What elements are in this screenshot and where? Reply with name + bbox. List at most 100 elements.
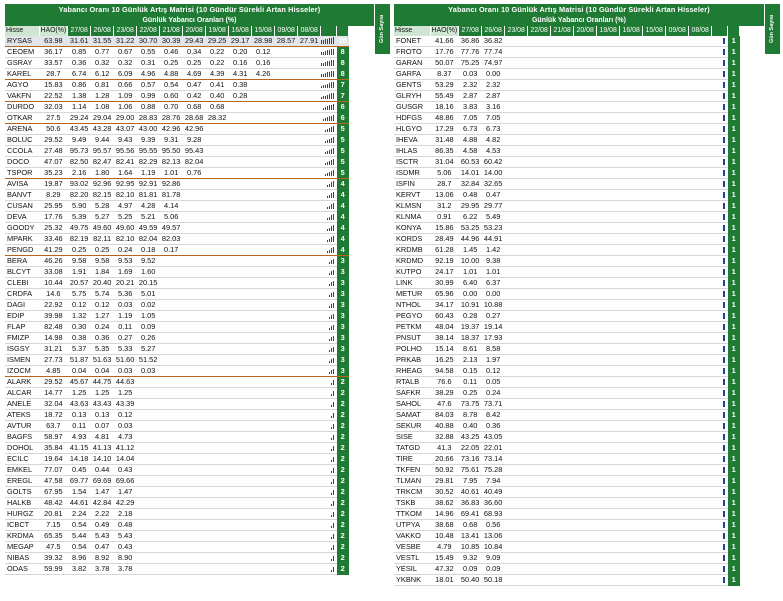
table-row[interactable]: EREGL 47.58 69.77 69.69 69.66 2: [5, 475, 349, 488]
table-row[interactable]: ICBCT 7.15 0.54 0.49 0.48 2: [5, 519, 349, 532]
table-row[interactable]: GSRAY 33.57 0.36 0.32 0.32 0.31 0.25 0.25 0.22 0.…: [5, 57, 349, 70]
table-row[interactable]: CCOLA 27.48 95.73 95.57 95.56 95.55 95.50 95.43…: [5, 145, 349, 158]
table-row[interactable]: SAMAT 84.03 8.78 8.42 1: [394, 409, 740, 422]
table-row[interactable]: FLAP 82.48 0.30 0.24 0.11 0.09 3: [5, 321, 349, 334]
table-row[interactable]: PETKM 48.04 19.37 19.14 1: [394, 321, 740, 334]
table-row[interactable]: KUTPO 24.17 1.01 1.01 1: [394, 266, 740, 279]
table-row[interactable]: BAGFS 58.97 4.93 4.81 4.73 2: [5, 431, 349, 444]
table-row[interactable]: EDIP 39.98 1.32 1.27 1.19 1.05 3: [5, 310, 349, 323]
stock-symbol: OTKAR: [5, 112, 39, 125]
table-row[interactable]: METUR 65.96 0.00 0.00 1: [394, 288, 740, 301]
table-row[interactable]: AVTUR 63.7 0.11 0.07 0.03 2: [5, 420, 349, 433]
table-row[interactable]: GENTS 53.29 2.32 2.32 1: [394, 79, 740, 92]
table-row[interactable]: GUSGR 18.16 3.83 3.16 1: [394, 101, 740, 114]
table-row[interactable]: TIRE 20.66 73.16 73.14 1: [394, 453, 740, 466]
table-row[interactable]: KERVT 13.06 0.48 0.47 1: [394, 189, 740, 202]
table-row[interactable]: OTKAR 27.5 29.24 29.04 29.00 28.83 28.76 28.68 2…: [5, 112, 349, 125]
table-row[interactable]: ODAS 59.99 3.82 3.78 3.78 2: [5, 563, 349, 576]
table-row[interactable]: KRDMB 61.28 1.45 1.42 1: [394, 244, 740, 257]
table-row[interactable]: IHEVA 31.48 4.88 4.82 1: [394, 134, 740, 147]
table-row[interactable]: EMKEL 77.07 0.45 0.44 0.43 2: [5, 464, 349, 477]
table-row[interactable]: ALCAR 14.77 1.25 1.25 1.25 2: [5, 387, 349, 400]
table-row[interactable]: KRDMD 92.19 10.00 9.38 1: [394, 255, 740, 268]
table-row[interactable]: BANVT 8.29 82.20 82.15 82.10 81.81 81.78 4: [5, 189, 349, 202]
table-row[interactable]: HALKB 48.42 44.61 42.84 42.29 2: [5, 497, 349, 510]
table-row[interactable]: POLHO 15.14 8.61 8.58 1: [394, 343, 740, 356]
table-row[interactable]: ALARK 29.52 45.67 44.75 44.63 2: [5, 376, 349, 389]
table-row[interactable]: ISCTR 31.04 60.53 60.42 1: [394, 156, 740, 169]
table-row[interactable]: CLEBI 10.44 20.57 20.40 20.21 20.15 3: [5, 277, 349, 290]
table-row[interactable]: TKFEN 50.92 75.61 75.28 1: [394, 464, 740, 477]
table-row[interactable]: GOLTS 67.95 1.54 1.47 1.47 2: [5, 486, 349, 499]
table-row[interactable]: MPARK 33.46 82.19 82.11 82.10 82.04 82.03 4: [5, 233, 349, 246]
table-row[interactable]: MEGAP 47.5 0.54 0.47 0.43 2: [5, 541, 349, 554]
table-row[interactable]: FMIZP 14.98 0.38 0.36 0.27 0.26 3: [5, 332, 349, 345]
table-row[interactable]: CUSAN 25.95 5.90 5.28 4.97 4.28 4.14 4: [5, 200, 349, 213]
table-row[interactable]: ISDMR 5.06 14.01 14.00 1: [394, 167, 740, 180]
table-row[interactable]: ISFIN 28.7 32.84 32.65 1: [394, 178, 740, 191]
table-row[interactable]: YESIL 47.32 0.09 0.09 1: [394, 563, 740, 576]
table-row[interactable]: TSPOR 35.23 2.16 1.80 1.64 1.19 1.01 0.76 5: [5, 167, 349, 180]
table-row[interactable]: NIBAS 39.32 8.96 8.92 8.90 2: [5, 552, 349, 565]
table-row[interactable]: KLMSN 31.2 29.95 29.77 1: [394, 200, 740, 213]
table-row[interactable]: ARENA 50.6 43.45 43.28 43.07 43.00 42.96 42.96 5: [5, 123, 349, 136]
table-row[interactable]: AVISA 19.87 93.02 92.96 92.95 92.91 92.86 4: [5, 178, 349, 191]
table-row[interactable]: IZOCM 4.85 0.04 0.04 0.03 0.03 3: [5, 365, 349, 378]
table-row[interactable]: DURDO 32.03 1.14 1.08 1.06 0.88 0.70 0.68 0.68 6: [5, 101, 349, 114]
table-row[interactable]: RYSAS 63.98 31.61 31.55 31.22 30.70 30.39 29.43…: [5, 36, 349, 48]
table-row[interactable]: PEGYO 60.43 0.28 0.27 1: [394, 310, 740, 323]
table-row[interactable]: GOODY 25.32 49.75 49.60 49.60 49.59 49.57 4: [5, 222, 349, 235]
table-row[interactable]: CRDFA 14.6 5.75 5.74 5.36 5.01 3: [5, 288, 349, 301]
table-row[interactable]: FROTO 17.76 77.76 77.74 1: [394, 46, 740, 59]
table-row[interactable]: GLRYH 55.49 2.87 2.87 1: [394, 90, 740, 103]
table-row[interactable]: ANELE 32.04 43.63 43.43 43.39 2: [5, 398, 349, 411]
table-row[interactable]: TATGD 41.3 22.05 22.01 1: [394, 442, 740, 455]
table-row[interactable]: PENGD 41.29 0.25 0.25 0.24 0.18 0.17 4: [5, 244, 349, 257]
table-row[interactable]: ATEKS 18.72 0.13 0.13 0.12 2: [5, 409, 349, 422]
table-row[interactable]: HURGZ 20.81 2.24 2.22 2.18 2: [5, 508, 349, 521]
table-row[interactable]: TTKOM 14.96 69.41 68.93 1: [394, 508, 740, 521]
table-row[interactable]: BOLUC 29.52 9.49 9.44 9.43 9.39 9.31 9.28 5: [5, 134, 349, 147]
table-row[interactable]: NTHOL 34.17 10.91 10.88 1: [394, 299, 740, 312]
table-row[interactable]: SAFKR 38.29 0.25 0.24 1: [394, 387, 740, 400]
table-row[interactable]: SISE 32.88 43.25 43.05 1: [394, 431, 740, 444]
table-row[interactable]: VAKKO 10.48 13.41 13.06 1: [394, 530, 740, 543]
table-row[interactable]: LINK 30.99 6.40 6.37 1: [394, 277, 740, 290]
table-row[interactable]: HDFGS 48.86 7.05 7.05 1: [394, 112, 740, 125]
table-row[interactable]: CEOEM 36.17 0.85 0.77 0.67 0.55 0.46 0.34 0.22 0.…: [5, 46, 349, 59]
table-row[interactable]: KONYA 15.86 53.25 53.23 1: [394, 222, 740, 235]
table-row[interactable]: ECILC 19.64 14.18 14.10 14.04 2: [5, 453, 349, 466]
table-row[interactable]: SAHOL 47.6 73.75 73.71 1: [394, 398, 740, 411]
table-row[interactable]: DOHOL 35.84 41.15 41.13 41.12 2: [5, 442, 349, 455]
table-row[interactable]: YKBNK 18.01 50.40 50.18 1: [394, 574, 740, 587]
table-row[interactable]: ISGSY 31.21 5.37 5.35 5.33 5.27 3: [5, 343, 349, 356]
table-row[interactable]: DOCO 47.07 82.50 82.47 82.41 82.29 82.13 82.04 5: [5, 156, 349, 169]
table-row[interactable]: BLCYT 33.08 1.91 1.84 1.69 1.60 3: [5, 266, 349, 279]
table-row[interactable]: UTPYA 38.68 0.68 0.56 1: [394, 519, 740, 532]
table-row[interactable]: TSKB 38.62 36.83 36.60 1: [394, 497, 740, 510]
table-row[interactable]: RTALB 76.6 0.11 0.05 1: [394, 376, 740, 389]
table-row[interactable]: TRKCM 30.52 40.61 40.49 1: [394, 486, 740, 499]
table-row[interactable]: GARAN 50.07 75.25 74.97 1: [394, 57, 740, 70]
table-row[interactable]: VESBE 4.79 10.85 10.84 1: [394, 541, 740, 554]
table-row[interactable]: KAREL 28.7 6.74 6.12 6.09 4.96 4.88 4.69 4.39 4.3…: [5, 68, 349, 81]
table-row[interactable]: GARFA 8.37 0.03 0.00 1: [394, 68, 740, 81]
table-row[interactable]: PNSUT 38.14 18.37 17.93 1: [394, 332, 740, 345]
table-row[interactable]: DAGI 22.92 0.12 0.12 0.03 0.02 3: [5, 299, 349, 312]
table-row[interactable]: TLMAN 29.81 7.95 7.94 1: [394, 475, 740, 488]
table-row[interactable]: RHEAG 94.58 0.15 0.12 1: [394, 365, 740, 378]
table-row[interactable]: PRKAB 16.25 2.13 1.97 1: [394, 354, 740, 367]
table-row[interactable]: SEKUR 40.88 0.40 0.36 1: [394, 420, 740, 433]
table-row[interactable]: KRDMA 65.35 5.44 5.43 5.43 2: [5, 530, 349, 543]
table-row[interactable]: BERA 46.26 9.58 9.58 9.53 9.52 3: [5, 255, 349, 268]
table-row[interactable]: FONET 41.66 36.86 36.82 1: [394, 36, 740, 48]
table-row[interactable]: HLGYO 17.29 6.73 6.73 1: [394, 123, 740, 136]
table-row[interactable]: KORDS 28.49 44.96 44.91 1: [394, 233, 740, 246]
table-row[interactable]: ISMEN 27.73 51.87 51.63 51.60 51.52 3: [5, 354, 349, 367]
table-row[interactable]: VAKFN 22.52 1.38 1.28 1.09 0.99 0.60 0.42 0.40 0.…: [5, 90, 349, 103]
table-row[interactable]: AGYO 15.83 0.86 0.81 0.66 0.57 0.54 0.47 0.41 0.3…: [5, 79, 349, 92]
table-row[interactable]: IHLAS 86.35 4.58 4.53 1: [394, 145, 740, 158]
table-row[interactable]: KLNMA 0.91 6.22 5.49 1: [394, 211, 740, 224]
table-row[interactable]: VESTL 15.49 9.32 9.09 1: [394, 552, 740, 565]
table-row[interactable]: DEVA 17.76 5.39 5.27 5.25 5.21 5.06 4: [5, 211, 349, 224]
